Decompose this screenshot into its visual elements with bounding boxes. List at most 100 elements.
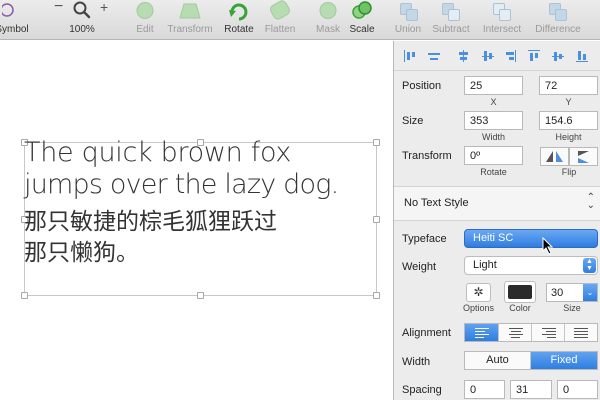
toolbar-label: Flatten (264, 24, 296, 35)
toolbar-label: Scale (349, 24, 375, 35)
resize-handle[interactable] (197, 292, 204, 299)
zoom-out-button[interactable]: − (54, 0, 63, 16)
scale-icon (352, 1, 372, 19)
position-label: Position (402, 80, 442, 92)
size-label: Size (402, 115, 424, 127)
inspector-panel: Position 25 72 X Y Size 353 154.6 Width … (393, 41, 600, 400)
align-vertical-icon[interactable] (552, 50, 564, 62)
color-well[interactable] (504, 281, 536, 303)
rotate-button[interactable]: Rotate (222, 0, 256, 40)
zoom-level: 100% (69, 24, 95, 35)
typeface-value: Heiti SC (473, 232, 514, 244)
align-toolbar (394, 41, 600, 71)
symbol-icon (2, 3, 14, 17)
flip-vertical-button[interactable] (569, 147, 598, 166)
position-y-field[interactable]: 72 (539, 76, 598, 95)
width-fixed-button[interactable]: Fixed (531, 352, 597, 369)
canvas-text-line: jumps over the lazy dog. (24, 169, 339, 200)
size-width-field[interactable]: 353 (464, 111, 523, 130)
resize-handle[interactable] (373, 292, 380, 299)
text-style-selector[interactable]: No Text Style ⌃ ⌄ (394, 186, 600, 221)
weight-value: Light (473, 259, 497, 271)
canvas-text-line: 那只懒狗。 (24, 240, 139, 266)
typeface-label: Typeface (402, 233, 447, 245)
chevron-down-icon: ⌄ (583, 284, 597, 301)
weight-dropdown[interactable]: Light ▲ ▼ (464, 256, 598, 275)
align-text-right-button[interactable] (532, 324, 565, 341)
chevron-updown-icon: ▲ ▼ (583, 258, 596, 273)
width-segmented: Auto Fixed (464, 351, 598, 370)
toolbar-label: Transform (167, 24, 213, 35)
align-bottom-icon[interactable] (576, 50, 588, 62)
toolbar-label: Union (394, 24, 422, 35)
typeface-dropdown[interactable]: Heiti SC (464, 229, 598, 248)
toolbar-label: Symbol (0, 24, 29, 35)
align-text-left-button[interactable] (465, 324, 499, 341)
scale-button[interactable]: Scale (346, 0, 378, 40)
align-center-icon[interactable] (457, 50, 469, 62)
transform-icon (179, 3, 201, 19)
align-text-justify-button[interactable] (565, 324, 597, 341)
resize-handle[interactable] (373, 216, 380, 223)
toolbar-label: Intersect (482, 24, 522, 35)
flatten-icon (268, 0, 292, 22)
resize-handle[interactable] (21, 292, 28, 299)
align-middle-icon[interactable] (482, 50, 494, 62)
canvas-text-line: The quick brown fox (24, 137, 292, 168)
gear-icon: ✲ (473, 285, 484, 299)
zoom-in-button[interactable]: + (100, 0, 108, 15)
size-label-small: Size (563, 303, 581, 313)
toolbar-label: Edit (136, 24, 154, 35)
align-text-center-button[interactable] (499, 324, 532, 341)
position-x-field[interactable]: 25 (464, 76, 523, 95)
width-label: Width (402, 356, 431, 368)
edit-button[interactable]: Edit (130, 0, 160, 40)
difference-button[interactable]: Difference (530, 0, 586, 40)
width-auto-button[interactable]: Auto (465, 352, 531, 369)
paragraph-spacing-field[interactable]: 0 (557, 380, 598, 399)
union-button[interactable]: Union (392, 0, 424, 40)
character-spacing-field[interactable]: 0 (464, 380, 505, 399)
rotate-field[interactable]: 0º (464, 146, 523, 165)
flatten-button[interactable]: Flatten (262, 0, 298, 40)
mask-icon (319, 2, 337, 19)
width-auto-label: Auto (486, 354, 509, 366)
flip-horizontal-icon (546, 151, 563, 162)
resize-handle[interactable] (373, 139, 380, 146)
options-label: Options (462, 303, 495, 313)
difference-icon (549, 3, 567, 21)
flip-horizontal-button[interactable] (540, 147, 569, 166)
color-swatch (508, 285, 532, 299)
toolbar-label: Difference (535, 24, 581, 35)
align-right-icon[interactable] (504, 50, 516, 62)
align-left-icon[interactable] (404, 50, 416, 62)
intersect-button[interactable]: Intersect (478, 0, 526, 40)
canvas-text-line: 那只敏捷的棕毛狐狸跃过 (24, 209, 277, 235)
toolbar-label: Subtract (432, 24, 470, 35)
rotate-icon (229, 3, 248, 21)
options-button[interactable]: ✲ (466, 283, 491, 302)
toolbar-label: Mask (316, 24, 340, 35)
toolbar-label: Rotate (224, 24, 254, 35)
intersect-icon (493, 3, 511, 21)
width-fixed-label: Fixed (550, 354, 578, 366)
line-spacing-field[interactable]: 31 (510, 380, 552, 399)
position-y-label: Y (565, 97, 572, 107)
size-height-field[interactable]: 154.6 (539, 111, 598, 130)
alignment-segmented (464, 323, 598, 342)
rotate-label: Rotate (480, 167, 507, 177)
align-top-icon[interactable] (528, 50, 540, 62)
symbol-button[interactable]: Symbol (0, 0, 32, 40)
union-icon (400, 3, 418, 21)
mouse-cursor-icon (542, 237, 554, 255)
transform-label: Transform (402, 150, 452, 162)
size-height-label: Height (555, 132, 582, 142)
font-size-field[interactable]: 30 ⌄ (546, 283, 598, 302)
canvas[interactable]: The quick brown fox jumps over the lazy … (0, 41, 393, 400)
zoom-control: − + 100% (54, 0, 114, 40)
mask-button[interactable]: Mask (312, 0, 344, 40)
size-width-label: Width (481, 132, 505, 142)
transform-button[interactable]: Transform (162, 0, 218, 40)
subtract-button[interactable]: Subtract (428, 0, 474, 40)
align-center-h-icon[interactable] (428, 50, 440, 62)
